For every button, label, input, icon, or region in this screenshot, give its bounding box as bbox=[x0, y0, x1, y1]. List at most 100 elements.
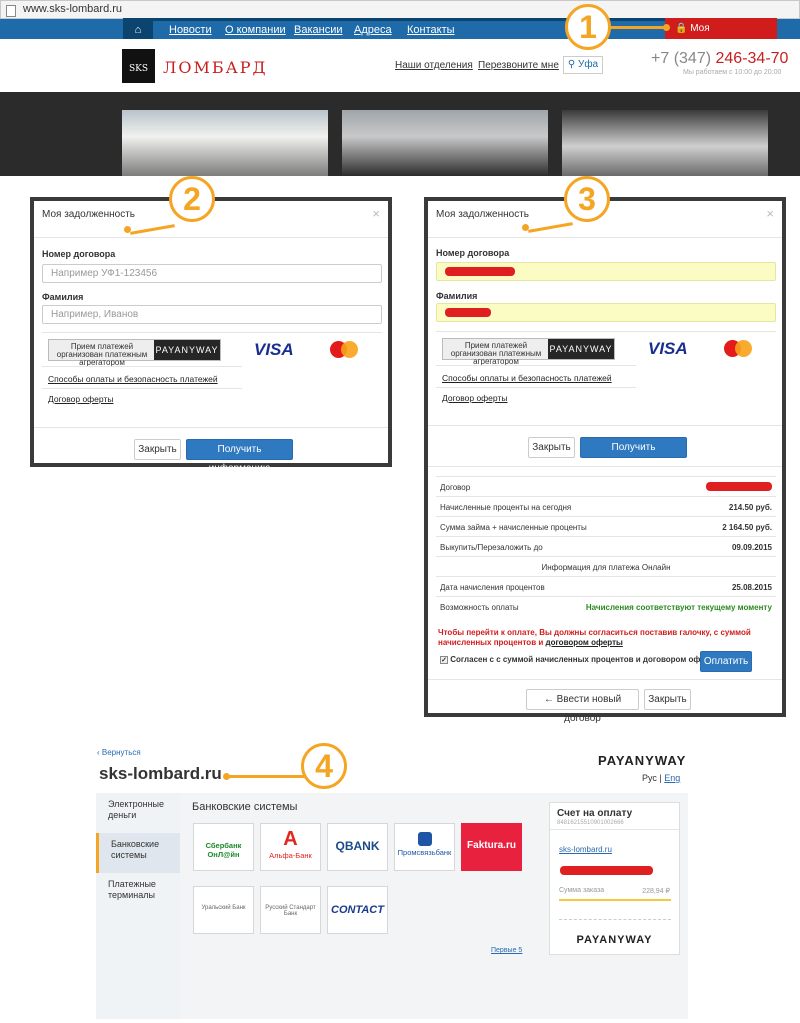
first5-link[interactable]: Первые 5 bbox=[491, 947, 522, 954]
redacted-value bbox=[445, 267, 515, 276]
divider bbox=[428, 679, 782, 680]
table-row: Сумма займа + начисленные проценты 2 164.… bbox=[436, 516, 776, 536]
branches-link[interactable]: Наши отделения bbox=[395, 60, 473, 71]
bank-ural[interactable]: Уральский Банк bbox=[193, 886, 254, 934]
home-icon[interactable]: ⌂ bbox=[123, 21, 153, 39]
bank-alfa[interactable]: А Альфа-Банк bbox=[260, 823, 321, 871]
payment-sidebar: Электронные деньги Банковские системы Пл… bbox=[96, 793, 180, 1019]
redacted-value bbox=[560, 866, 653, 875]
bank-label: Faktura.ru bbox=[467, 840, 516, 851]
invoice-site[interactable]: sks-lombard.ru bbox=[559, 845, 612, 854]
offer-agreement-link[interactable]: договором оферты bbox=[545, 638, 622, 647]
payanyway-brand: PAYANYWAY bbox=[598, 753, 687, 768]
lang-en[interactable]: Eng bbox=[664, 773, 680, 783]
modal-title: Моя задолженность bbox=[42, 209, 136, 220]
invoice-sum-label: Сумма заказа bbox=[559, 887, 605, 894]
offer-link[interactable]: Договор оферты bbox=[48, 394, 113, 404]
close-button[interactable]: Закрыть bbox=[134, 439, 181, 460]
jewelry-photo bbox=[562, 110, 768, 176]
lang-ru[interactable]: Рус bbox=[642, 773, 657, 783]
visa-logo: VISA bbox=[254, 340, 294, 359]
agree-checkbox[interactable]: ✓ bbox=[440, 656, 448, 664]
row-key: Начисленные проценты на сегодня bbox=[440, 503, 572, 512]
sidebar-item-emoney[interactable]: Электронные деньги bbox=[96, 793, 180, 833]
phone-prefix: +7 (347) bbox=[651, 50, 712, 67]
pay-button[interactable]: Оплатить bbox=[700, 651, 752, 672]
invoice-number: 84816215510901002666 bbox=[557, 820, 624, 826]
row-key: Договор bbox=[440, 483, 471, 492]
surname-input[interactable] bbox=[436, 303, 776, 322]
divider bbox=[436, 331, 776, 332]
get-info-button[interactable]: Получить информацию bbox=[186, 439, 293, 474]
contract-input[interactable]: Например УФ1-123456 bbox=[42, 264, 382, 283]
nav-addresses[interactable]: Адреса bbox=[354, 24, 392, 36]
merchant-site: sks-lombard.ru bbox=[99, 764, 222, 783]
modal-title: Моя задолженность bbox=[436, 209, 530, 220]
callout-pointer bbox=[228, 775, 304, 778]
payment-methods-link[interactable]: Способы оплаты и безопасность платежей bbox=[442, 373, 612, 383]
payment-methods-link[interactable]: Способы оплаты и безопасность платежей bbox=[48, 374, 218, 384]
city-selector[interactable]: ⚲ Уфа bbox=[563, 56, 603, 74]
bank-psb[interactable]: Промсвязьбанк bbox=[394, 823, 455, 871]
divider bbox=[428, 425, 782, 426]
contract-input[interactable] bbox=[436, 262, 776, 281]
nav-bg-right bbox=[777, 19, 800, 39]
city-name: Уфа bbox=[577, 59, 599, 70]
divider bbox=[34, 427, 388, 428]
table-row: Дата начисления процентов 25.08.2015 bbox=[436, 576, 776, 596]
bank-russtandard[interactable]: Русский Стандарт Банк bbox=[260, 886, 321, 934]
surname-input[interactable]: Например, Иванов bbox=[42, 305, 382, 324]
callback-link[interactable]: Перезвоните мне bbox=[478, 60, 559, 71]
building-photo bbox=[122, 110, 328, 176]
row-value: 09.09.2015 bbox=[731, 543, 772, 552]
debt-modal-empty: Моя задолженность × Номер договора Напри… bbox=[30, 197, 392, 474]
aggregator-banner[interactable]: Прием платежей организован платежным агр… bbox=[48, 339, 221, 367]
invoice-sum-value: 228,94 ₽ bbox=[642, 888, 670, 895]
close-icon[interactable]: × bbox=[766, 206, 774, 221]
get-info-button[interactable]: Получить информацию bbox=[580, 437, 687, 472]
sidebar-item-terminals[interactable]: Платежные терминалы bbox=[96, 873, 180, 913]
nav-about[interactable]: О компании bbox=[225, 24, 286, 36]
divider bbox=[428, 237, 782, 238]
table-row: Начисленные проценты на сегодня 214.50 ру… bbox=[436, 496, 776, 516]
divider bbox=[42, 366, 242, 367]
close-button[interactable]: Закрыть bbox=[528, 437, 575, 458]
row-value: 214.50 руб. bbox=[728, 503, 772, 512]
close-button[interactable]: Закрыть bbox=[644, 689, 691, 710]
bank-contact[interactable]: CONTACT bbox=[327, 886, 388, 934]
bank-label: QBANK bbox=[335, 839, 380, 853]
agree-checkbox-row[interactable]: ✓ Согласен с с суммой начисленных процен… bbox=[440, 655, 720, 664]
nav-news[interactable]: Новости bbox=[169, 24, 212, 36]
close-icon[interactable]: × bbox=[372, 206, 380, 221]
callout-dot bbox=[124, 226, 131, 233]
aggregator-banner[interactable]: Прием платежей организован платежным агр… bbox=[442, 338, 615, 366]
visa-logo: VISA bbox=[648, 339, 688, 358]
offer-link[interactable]: Договор оферты bbox=[442, 393, 507, 403]
url-text: www.sks-lombard.ru bbox=[23, 3, 123, 15]
redacted-value bbox=[706, 482, 772, 491]
callout-dot bbox=[663, 24, 670, 31]
surname-label: Фамилия bbox=[42, 292, 84, 302]
nav-bg-left bbox=[0, 19, 123, 39]
bank-faktura[interactable]: Faktura.ru bbox=[461, 823, 522, 871]
address-bar[interactable]: www.sks-lombard.ru bbox=[0, 0, 800, 19]
callout-1: 1 bbox=[565, 4, 611, 50]
my-debt-button[interactable]: 🔒 Моя задолженность bbox=[665, 18, 777, 55]
aggregator-text: Прием платежей организован платежным агр… bbox=[450, 341, 542, 366]
bank-qbank[interactable]: QBANK bbox=[327, 823, 388, 871]
logo-mark[interactable]: SKS bbox=[122, 49, 155, 83]
back-link[interactable]: ‹ Вернуться bbox=[97, 748, 141, 757]
nav-contacts[interactable]: Контакты bbox=[407, 24, 455, 36]
sidebar-item-banks[interactable]: Банковские системы bbox=[96, 833, 180, 873]
new-contract-button[interactable]: ← Ввести новый договор bbox=[526, 689, 639, 724]
bank-label: Альфа-Банк bbox=[269, 851, 312, 860]
nav-vacancies[interactable]: Вакансии bbox=[294, 24, 343, 36]
row-key: Выкупить/Перезаложить до bbox=[440, 543, 543, 552]
aggregator-text: Прием платежей организован платежным агр… bbox=[56, 342, 148, 367]
divider bbox=[559, 919, 671, 920]
surname-label: Фамилия bbox=[436, 291, 478, 301]
divider bbox=[42, 388, 242, 389]
bank-sberbank[interactable]: Сбербанк ОнЛ@йн bbox=[193, 823, 254, 871]
logo-letters: SKS bbox=[128, 64, 149, 74]
logo-text[interactable]: ЛОМБАРД bbox=[163, 58, 268, 77]
